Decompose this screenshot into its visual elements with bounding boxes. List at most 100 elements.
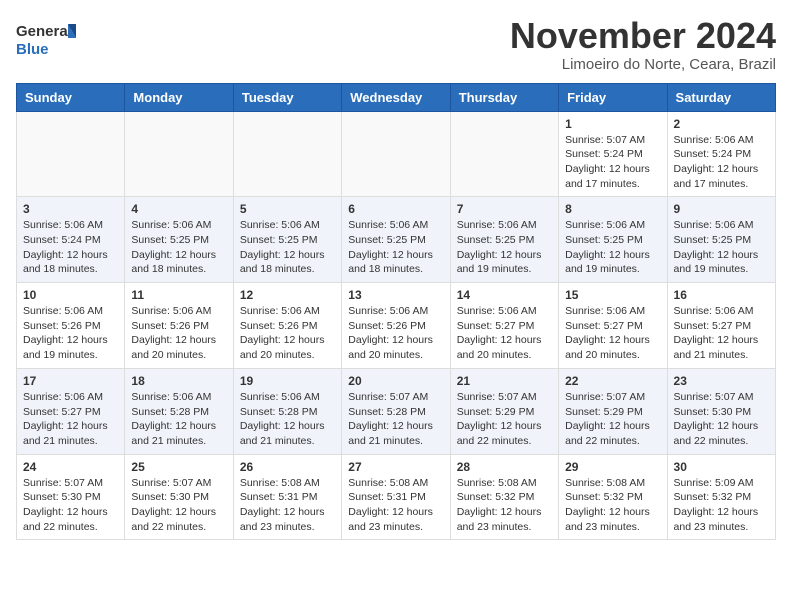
calendar-day-cell [342, 111, 450, 197]
calendar-day-cell: 6 Sunrise: 5:06 AMSunset: 5:25 PMDaylight… [342, 197, 450, 283]
calendar-day-cell: 27Sunrise: 5:08 AMSunset: 5:31 PMDayligh… [342, 454, 450, 540]
day-info: Sunrise: 5:09 AMSunset: 5:32 PMDaylight:… [674, 476, 769, 535]
calendar-day-cell: 15 Sunrise: 5:06 AMSunset: 5:27 PMDayligh… [559, 283, 667, 369]
day-number: 19 [240, 374, 335, 388]
day-number: 6 [348, 202, 443, 216]
day-info: Sunrise: 5:07 AMSunset: 5:30 PMDaylight:… [674, 390, 769, 449]
day-info: Sunrise: 5:06 AMSunset: 5:25 PMDaylight:… [565, 218, 660, 277]
day-info: Sunrise: 5:06 AMSunset: 5:24 PMDaylight:… [674, 133, 769, 192]
day-number: 2 [674, 117, 769, 131]
calendar-day-cell: 8Sunrise: 5:06 AMSunset: 5:25 PMDaylight… [559, 197, 667, 283]
day-info: Sunrise: 5:06 AMSunset: 5:25 PMDaylight:… [240, 218, 335, 277]
calendar-day-cell: 25 Sunrise: 5:07 AMSunset: 5:30 PMDayligh… [125, 454, 233, 540]
calendar-day-cell [233, 111, 341, 197]
day-info: Sunrise: 5:07 AMSunset: 5:30 PMDaylight:… [131, 476, 226, 535]
calendar-day-cell: 4 Sunrise: 5:06 AMSunset: 5:25 PMDaylight… [125, 197, 233, 283]
calendar-day-cell: 24 Sunrise: 5:07 AMSunset: 5:30 PMDayligh… [17, 454, 125, 540]
page-header: General Blue November 2024 Limoeiro do N… [16, 16, 776, 73]
day-number: 9 [674, 202, 769, 216]
day-number: 10 [23, 288, 118, 302]
day-number: 25 [131, 460, 226, 474]
day-number: 12 [240, 288, 335, 302]
day-info: Sunrise: 5:06 AMSunset: 5:26 PMDaylight:… [348, 304, 443, 363]
calendar-day-cell [450, 111, 558, 197]
day-number: 7 [457, 202, 552, 216]
calendar-day-cell: 30 Sunrise: 5:09 AMSunset: 5:32 PMDayligh… [667, 454, 775, 540]
calendar-day-cell: 5 Sunrise: 5:06 AMSunset: 5:25 PMDaylight… [233, 197, 341, 283]
calendar-week-row: 1Sunrise: 5:07 AMSunset: 5:24 PMDaylight… [17, 111, 776, 197]
calendar-day-cell: 2 Sunrise: 5:06 AMSunset: 5:24 PMDaylight… [667, 111, 775, 197]
header-row: SundayMondayTuesdayWednesdayThursdayFrid… [17, 83, 776, 111]
logo: General Blue [16, 16, 76, 66]
day-info: Sunrise: 5:07 AMSunset: 5:28 PMDaylight:… [348, 390, 443, 449]
day-info: Sunrise: 5:06 AMSunset: 5:24 PMDaylight:… [23, 218, 118, 277]
day-info: Sunrise: 5:07 AMSunset: 5:30 PMDaylight:… [23, 476, 118, 535]
day-number: 16 [674, 288, 769, 302]
day-number: 14 [457, 288, 552, 302]
calendar-day-cell: 18 Sunrise: 5:06 AMSunset: 5:28 PMDayligh… [125, 368, 233, 454]
calendar-week-row: 10 Sunrise: 5:06 AMSunset: 5:26 PMDayligh… [17, 283, 776, 369]
svg-text:General: General [16, 23, 72, 40]
calendar-day-cell: 21 Sunrise: 5:07 AMSunset: 5:29 PMDayligh… [450, 368, 558, 454]
calendar-day-cell: 3 Sunrise: 5:06 AMSunset: 5:24 PMDaylight… [17, 197, 125, 283]
day-info: Sunrise: 5:06 AMSunset: 5:25 PMDaylight:… [131, 218, 226, 277]
calendar-day-cell: 1Sunrise: 5:07 AMSunset: 5:24 PMDaylight… [559, 111, 667, 197]
day-info: Sunrise: 5:06 AMSunset: 5:26 PMDaylight:… [131, 304, 226, 363]
day-info: Sunrise: 5:08 AMSunset: 5:31 PMDaylight:… [240, 476, 335, 535]
calendar-week-row: 3 Sunrise: 5:06 AMSunset: 5:24 PMDaylight… [17, 197, 776, 283]
month-title: November 2024 [510, 16, 776, 56]
calendar-day-cell: 29Sunrise: 5:08 AMSunset: 5:32 PMDayligh… [559, 454, 667, 540]
calendar-day-cell: 11 Sunrise: 5:06 AMSunset: 5:26 PMDayligh… [125, 283, 233, 369]
calendar-day-cell: 10 Sunrise: 5:06 AMSunset: 5:26 PMDayligh… [17, 283, 125, 369]
day-info: Sunrise: 5:06 AMSunset: 5:27 PMDaylight:… [457, 304, 552, 363]
calendar-day-cell: 14 Sunrise: 5:06 AMSunset: 5:27 PMDayligh… [450, 283, 558, 369]
calendar-day-cell [17, 111, 125, 197]
day-info: Sunrise: 5:06 AMSunset: 5:27 PMDaylight:… [23, 390, 118, 449]
title-block: November 2024 Limoeiro do Norte, Ceara, … [510, 16, 776, 73]
calendar-day-cell: 9Sunrise: 5:06 AMSunset: 5:25 PMDaylight… [667, 197, 775, 283]
day-number: 26 [240, 460, 335, 474]
calendar-day-cell: 28 Sunrise: 5:08 AMSunset: 5:32 PMDayligh… [450, 454, 558, 540]
day-number: 30 [674, 460, 769, 474]
day-number: 5 [240, 202, 335, 216]
day-info: Sunrise: 5:07 AMSunset: 5:29 PMDaylight:… [565, 390, 660, 449]
calendar-header: SundayMondayTuesdayWednesdayThursdayFrid… [17, 83, 776, 111]
day-info: Sunrise: 5:06 AMSunset: 5:27 PMDaylight:… [674, 304, 769, 363]
day-number: 4 [131, 202, 226, 216]
day-of-week-header: Sunday [17, 83, 125, 111]
day-of-week-header: Tuesday [233, 83, 341, 111]
day-number: 24 [23, 460, 118, 474]
calendar-table: SundayMondayTuesdayWednesdayThursdayFrid… [16, 83, 776, 541]
day-info: Sunrise: 5:06 AMSunset: 5:28 PMDaylight:… [240, 390, 335, 449]
calendar-day-cell: 17 Sunrise: 5:06 AMSunset: 5:27 PMDayligh… [17, 368, 125, 454]
day-info: Sunrise: 5:06 AMSunset: 5:25 PMDaylight:… [348, 218, 443, 277]
day-of-week-header: Saturday [667, 83, 775, 111]
calendar-day-cell: 16 Sunrise: 5:06 AMSunset: 5:27 PMDayligh… [667, 283, 775, 369]
day-info: Sunrise: 5:06 AMSunset: 5:26 PMDaylight:… [23, 304, 118, 363]
day-number: 27 [348, 460, 443, 474]
day-info: Sunrise: 5:06 AMSunset: 5:27 PMDaylight:… [565, 304, 660, 363]
day-number: 13 [348, 288, 443, 302]
day-number: 17 [23, 374, 118, 388]
day-number: 15 [565, 288, 660, 302]
day-number: 28 [457, 460, 552, 474]
day-number: 21 [457, 374, 552, 388]
day-info: Sunrise: 5:06 AMSunset: 5:28 PMDaylight:… [131, 390, 226, 449]
day-of-week-header: Thursday [450, 83, 558, 111]
day-info: Sunrise: 5:08 AMSunset: 5:32 PMDaylight:… [457, 476, 552, 535]
day-info: Sunrise: 5:06 AMSunset: 5:26 PMDaylight:… [240, 304, 335, 363]
day-number: 3 [23, 202, 118, 216]
calendar-day-cell: 23Sunrise: 5:07 AMSunset: 5:30 PMDayligh… [667, 368, 775, 454]
calendar-week-row: 17 Sunrise: 5:06 AMSunset: 5:27 PMDayligh… [17, 368, 776, 454]
day-info: Sunrise: 5:08 AMSunset: 5:32 PMDaylight:… [565, 476, 660, 535]
calendar-day-cell: 19 Sunrise: 5:06 AMSunset: 5:28 PMDayligh… [233, 368, 341, 454]
day-number: 11 [131, 288, 226, 302]
day-number: 18 [131, 374, 226, 388]
day-info: Sunrise: 5:07 AMSunset: 5:29 PMDaylight:… [457, 390, 552, 449]
calendar-body: 1Sunrise: 5:07 AMSunset: 5:24 PMDaylight… [17, 111, 776, 540]
calendar-day-cell: 26 Sunrise: 5:08 AMSunset: 5:31 PMDayligh… [233, 454, 341, 540]
calendar-day-cell: 22Sunrise: 5:07 AMSunset: 5:29 PMDayligh… [559, 368, 667, 454]
day-number: 1 [565, 117, 660, 131]
logo-icon: General Blue [16, 16, 76, 66]
svg-text:Blue: Blue [16, 41, 49, 58]
